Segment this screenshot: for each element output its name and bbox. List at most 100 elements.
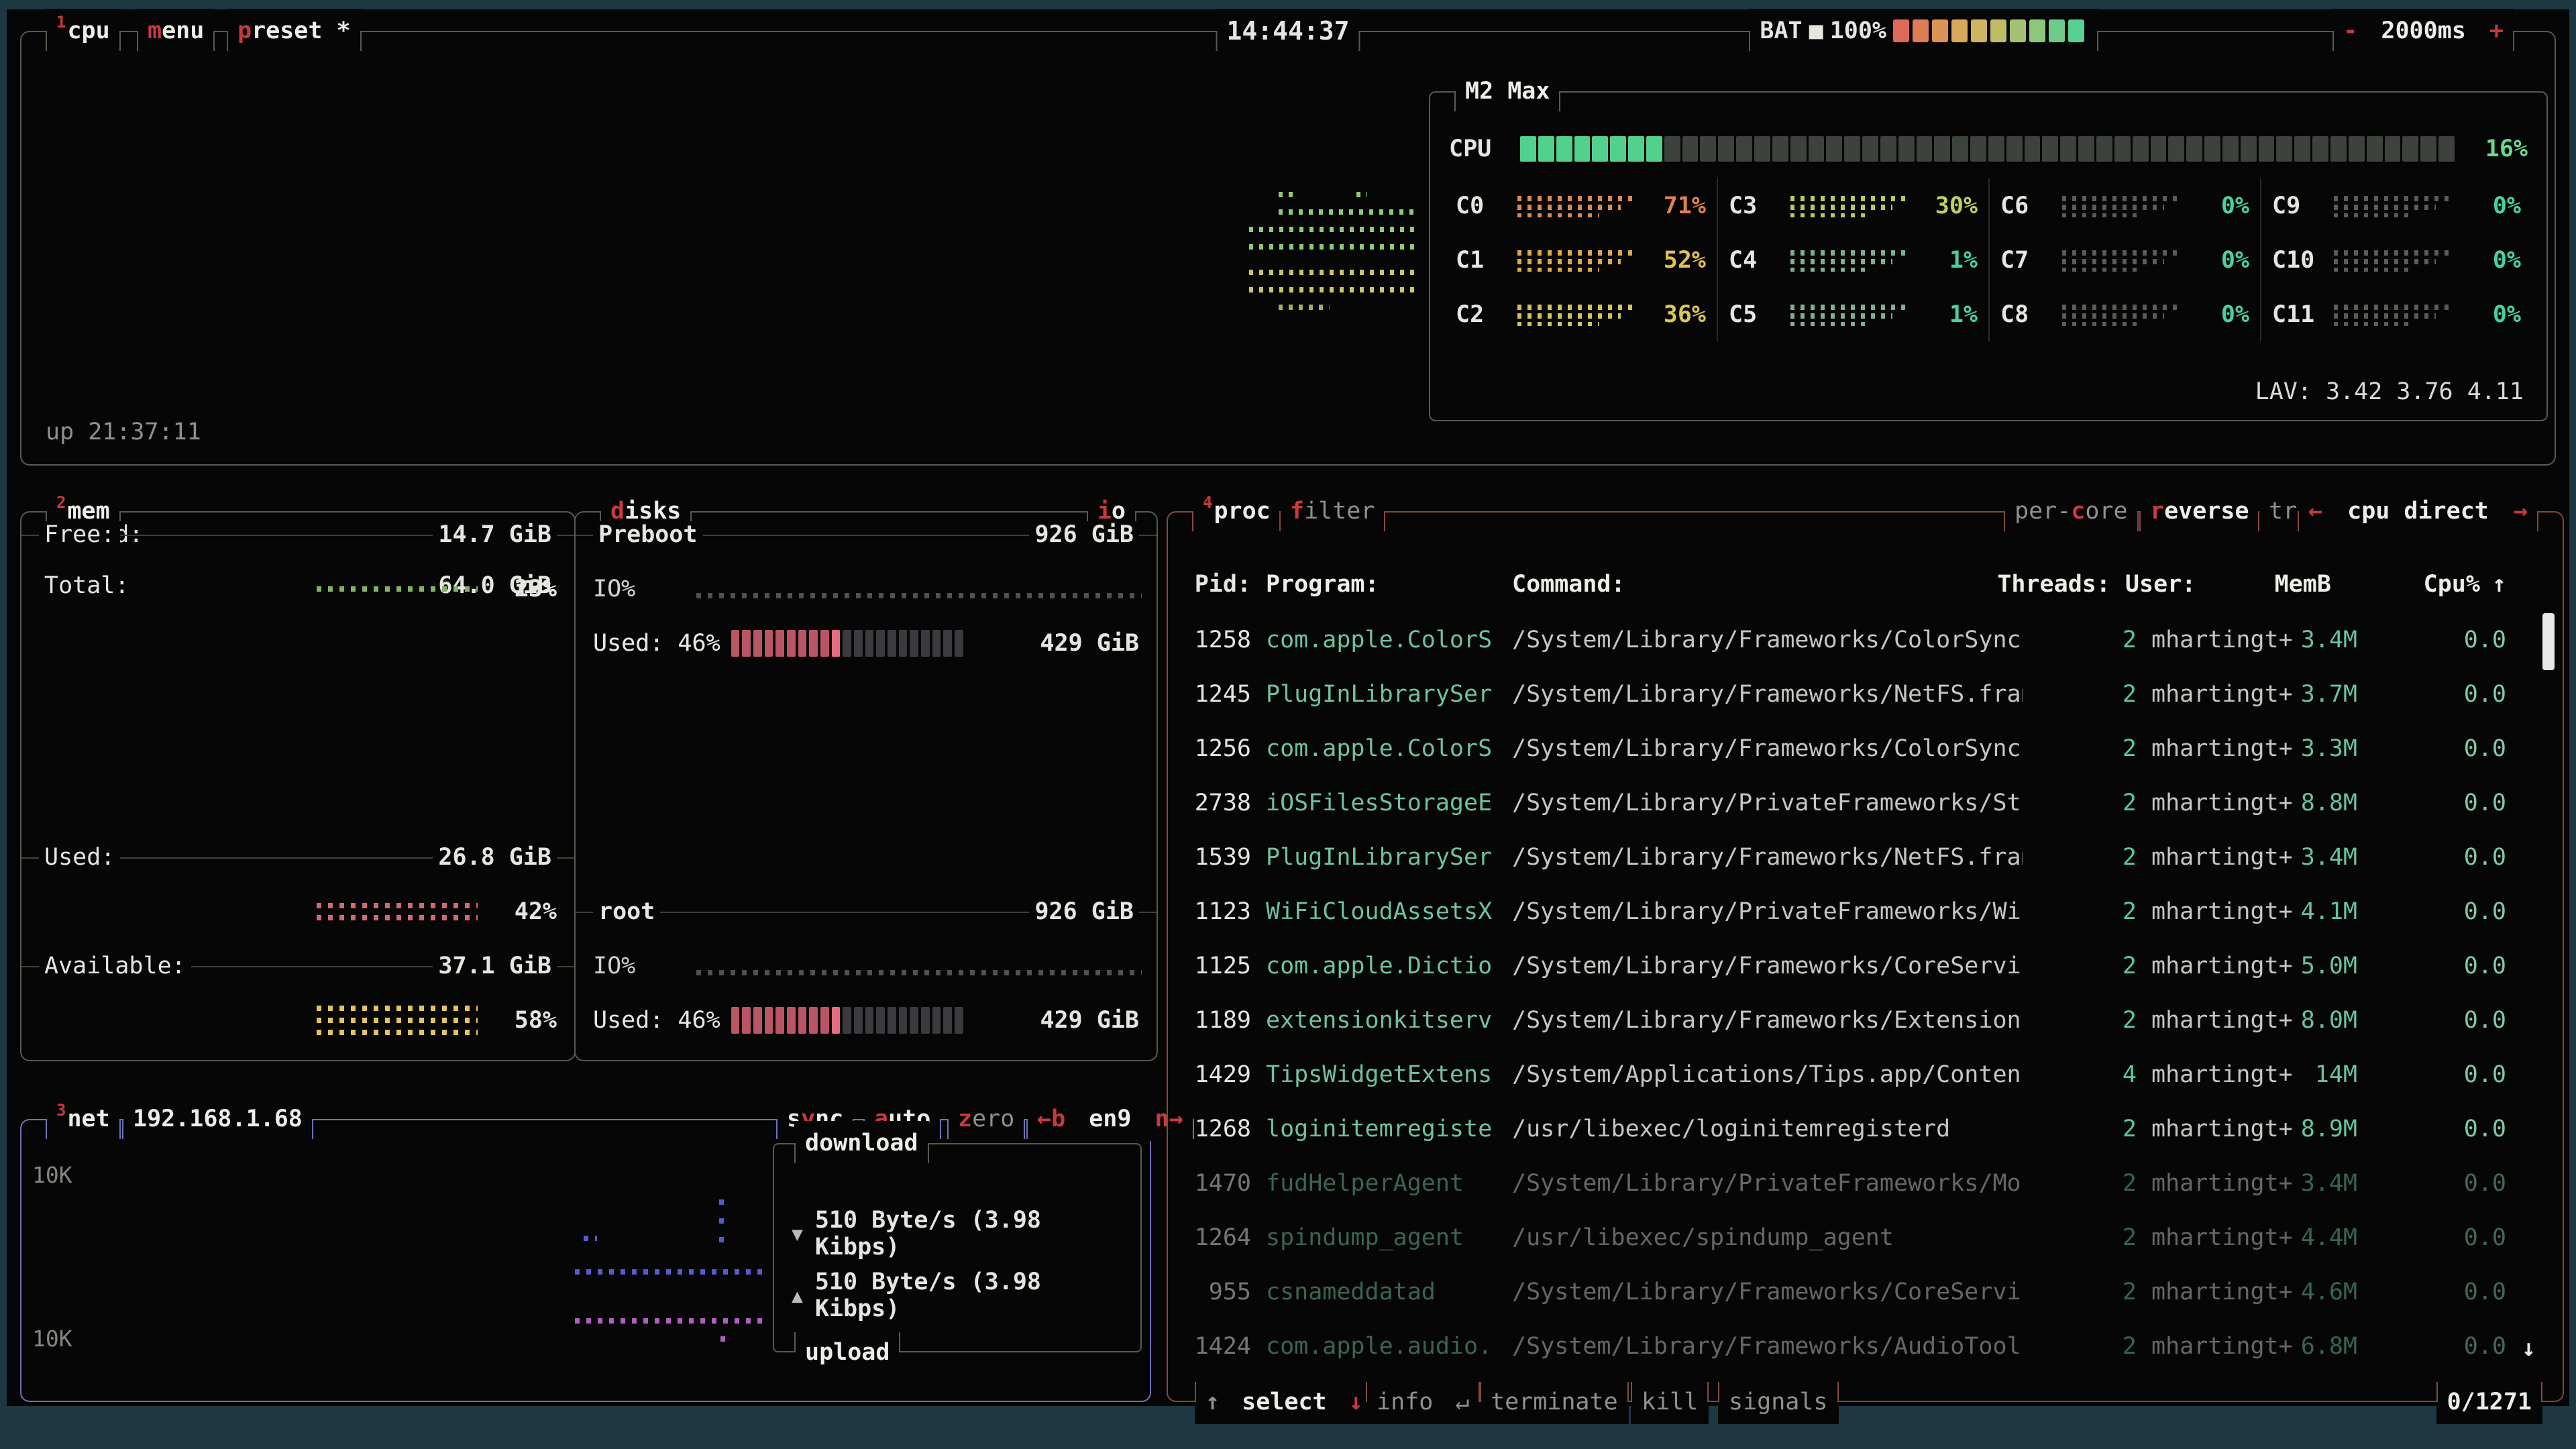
filter-button[interactable]: filter <box>1279 489 1385 533</box>
zero-button[interactable]: zero <box>947 1097 1025 1141</box>
process-cpu: 0.0 <box>2432 1061 2506 1088</box>
tab-cpu[interactable]: 1cpu <box>46 9 121 53</box>
core-percent: 71% <box>1646 193 1706 219</box>
process-cpu: 0.0 <box>2432 627 2506 653</box>
process-row[interactable]: 1189 extensionkitserv /System/Library/Fr… <box>1168 993 2563 1047</box>
battery-icon: ■ <box>1809 9 1823 53</box>
process-row[interactable]: 1123 WiFiCloudAssetsX /System/Library/Pr… <box>1168 884 2563 938</box>
process-row[interactable]: 955 csnameddatad /System/Library/Framewo… <box>1168 1265 2563 1319</box>
core-history-graph <box>2334 249 2453 272</box>
process-threads: 2 <box>2023 1279 2137 1305</box>
process-program: com.apple.ColorS <box>1266 627 1497 653</box>
disk-io-label: IO% <box>593 953 635 979</box>
process-threads: 2 <box>2023 627 2137 653</box>
mem-stat-item: Free: 14.7 GiB 23% <box>21 513 574 621</box>
core-cell: C9 0% <box>2260 178 2532 233</box>
disk-io-graph <box>696 970 1142 975</box>
kill-button[interactable]: kill <box>1631 1380 1709 1424</box>
mem-stat-item: Used: 26.8 GiB 42% <box>21 835 574 944</box>
select-control[interactable]: ↑ select ↓ <box>1195 1380 1374 1424</box>
disk-used-value: 429 GiB <box>1040 630 1139 657</box>
core-percent: 0% <box>2461 193 2521 219</box>
column-pid[interactable]: Pid: <box>1191 571 1251 598</box>
core-name: C6 <box>2000 193 2054 219</box>
tab-net[interactable]: 3net <box>46 1097 121 1141</box>
core-percent: 0% <box>2461 301 2521 328</box>
core-history-graph <box>2334 195 2453 217</box>
scrollbar-thumb[interactable] <box>2542 613 2555 670</box>
process-program: com.apple.Dictio <box>1266 953 1497 979</box>
upload-graph <box>575 1318 766 1324</box>
core-history-graph <box>1790 195 1909 217</box>
process-command: /System/Library/Frameworks/ColorSync. <box>1512 627 2023 653</box>
preset-button[interactable]: preset * <box>227 9 362 53</box>
process-cpu: 0.0 <box>2432 1224 2506 1251</box>
process-program: loginitemregiste <box>1266 1116 1497 1142</box>
prev-interface-button[interactable]: ←b <box>1037 1106 1065 1132</box>
column-threads[interactable]: Threads: <box>1996 571 2110 598</box>
signals-button[interactable]: signals <box>1718 1380 1839 1424</box>
process-row[interactable]: 1245 PlugInLibrarySer /System/Library/Fr… <box>1168 667 2563 721</box>
disk-name: Preboot <box>593 521 703 548</box>
memory-panel: 2mem Total: 64.0 GiB Used: 26.8 GiB 42% <box>20 511 576 1061</box>
column-user[interactable]: User: <box>2125 571 2267 598</box>
tab-proc[interactable]: 4proc <box>1192 489 1281 533</box>
process-program: com.apple.ColorS <box>1266 735 1497 762</box>
menu-button[interactable]: menu <box>137 9 215 53</box>
process-threads: 2 <box>2023 1116 2137 1142</box>
process-user: mhartingt+ <box>2151 1279 2294 1305</box>
process-command: /System/Library/PrivateFrameworks/Mob <box>1512 1170 2023 1197</box>
column-program[interactable]: Program: <box>1266 571 1497 598</box>
cpu-panel: 1cpu menu preset * 14:44:37 BAT■ 100% - … <box>20 31 2556 466</box>
process-row[interactable]: 1258 com.apple.ColorS /System/Library/Fr… <box>1168 612 2563 667</box>
disk-io-row: IO% <box>576 944 1157 988</box>
process-row[interactable]: 1470 fudHelperAgent /System/Library/Priv… <box>1168 1156 2563 1210</box>
sort-prev-button[interactable]: ← <box>2308 498 2322 525</box>
process-pid: 1268 <box>1191 1116 1251 1142</box>
mem-usage-graph <box>317 1006 478 1035</box>
process-mem: 8.0M <box>2294 1007 2357 1034</box>
core-percent: 0% <box>2461 247 2521 274</box>
info-button[interactable]: info ↵ <box>1366 1380 1480 1424</box>
download-graph-dot <box>584 1236 597 1241</box>
column-command[interactable]: Command: <box>1512 571 1996 598</box>
download-graph-dot <box>719 1218 730 1224</box>
download-scale-label: 10K <box>32 1162 72 1188</box>
core-name: C9 <box>2272 193 2326 219</box>
core-name: C0 <box>1456 193 1509 219</box>
disk-used-label: Used: 46% <box>593 630 720 657</box>
sort-next-button[interactable]: → <box>2514 498 2528 525</box>
terminate-button[interactable]: terminate <box>1480 1380 1629 1424</box>
per-core-toggle[interactable]: per-core <box>2004 489 2139 533</box>
core-name: C8 <box>2000 301 2054 328</box>
download-graph-dot <box>719 1237 730 1242</box>
mem-stat-row: Free: 14.7 GiB <box>21 513 574 557</box>
process-row[interactable]: 1256 com.apple.ColorS /System/Library/Fr… <box>1168 721 2563 775</box>
reverse-toggle[interactable]: reverse <box>2139 489 2260 533</box>
download-label: download <box>794 1121 929 1165</box>
process-row[interactable]: 1125 com.apple.Dictio /System/Library/Fr… <box>1168 938 2563 993</box>
process-row[interactable]: 2738 iOSFilesStorageE /System/Library/Pr… <box>1168 775 2563 830</box>
process-threads: 2 <box>2023 735 2137 762</box>
disk-io-row: IO% <box>576 567 1157 611</box>
refresh-minus-button[interactable]: - <box>2343 17 2357 44</box>
cpu-usage-percent: 16% <box>2474 136 2528 162</box>
cpu-history-graph <box>1249 192 1418 313</box>
select-down-icon: ↓ <box>1349 1389 1363 1415</box>
process-threads: 2 <box>2023 681 2137 708</box>
battery-percent: 100% <box>1830 9 1886 53</box>
core-history-graph <box>1517 303 1638 326</box>
refresh-plus-button[interactable]: + <box>2489 17 2504 44</box>
process-row[interactable]: 1264 spindump_agent /usr/libexec/spindum… <box>1168 1210 2563 1265</box>
process-row[interactable]: 1429 TipsWidgetExtens /System/Applicatio… <box>1168 1047 2563 1102</box>
column-cpu[interactable]: Cpu% <box>2406 571 2480 598</box>
process-row[interactable]: 1539 PlugInLibrarySer /System/Library/Fr… <box>1168 830 2563 884</box>
cpu-hotkey-number: 1 <box>56 13 66 32</box>
column-mem[interactable]: MemB <box>2267 571 2331 598</box>
process-threads: 2 <box>2023 1007 2137 1034</box>
process-row[interactable]: 1424 com.apple.audio. /System/Library/Fr… <box>1168 1319 2563 1373</box>
process-row[interactable]: 1268 loginitemregiste /usr/libexec/login… <box>1168 1102 2563 1156</box>
cpu-core-panel: M2 Max CPU 16% C0 71% C3 30% <box>1429 91 2548 421</box>
uptime-label: up 21:37:11 <box>46 419 201 445</box>
core-name: C3 <box>1729 193 1782 219</box>
